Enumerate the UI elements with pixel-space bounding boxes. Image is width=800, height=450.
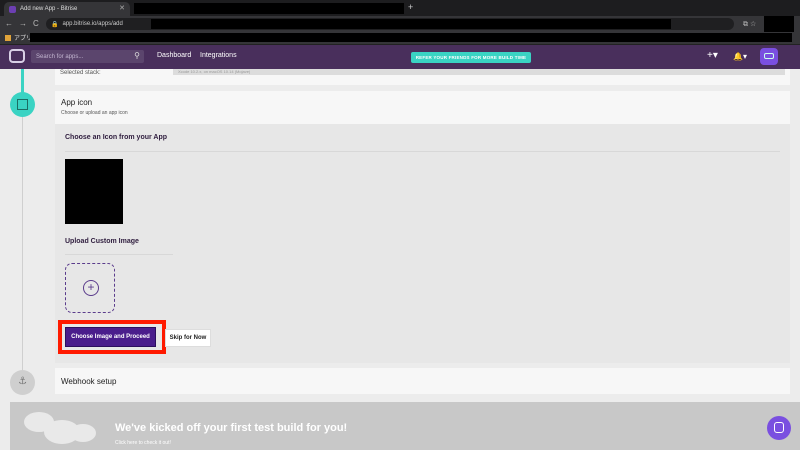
reload-icon[interactable]: C <box>33 19 39 28</box>
redacted-bookmarks <box>30 33 792 42</box>
new-tab-button[interactable]: + <box>408 2 413 12</box>
avatar-face-icon <box>764 53 774 59</box>
banner-link[interactable]: Click here to check it out! <box>115 440 171 446</box>
search-icon[interactable]: ⚲ <box>134 51 140 60</box>
plus-icon: + <box>83 280 99 296</box>
lock-icon: 🔒 <box>51 21 59 28</box>
stack-card: Selected stack: Xcode 10.2.x, on macOS 1… <box>55 69 790 85</box>
app-icon-step-icon <box>17 99 28 110</box>
anchor-icon: ⚓ <box>18 376 27 387</box>
step-webhook-marker: ⚓ <box>10 370 35 395</box>
chat-bubble-icon <box>774 422 784 433</box>
redacted-profile <box>764 16 794 32</box>
user-avatar[interactable] <box>760 48 778 65</box>
app-icon-subtitle: Choose or upload an app icon <box>61 110 128 116</box>
url-input[interactable]: 🔒 app.bitrise.io/apps/add <box>46 18 734 30</box>
choose-icon-heading: Choose an Icon from your App <box>65 134 168 141</box>
app-icon-panel: Choose an Icon from your App Upload Cust… <box>55 124 790 363</box>
divider <box>65 254 173 255</box>
search-placeholder: Search for apps... <box>36 53 84 60</box>
address-bar-row: ← → C 🔒 app.bitrise.io/apps/add ⧉ ☆ <box>0 16 800 32</box>
notifications-bell-icon[interactable]: 🔔▾ <box>733 52 747 61</box>
app-icon-card: App icon Choose or upload an app icon Ch… <box>55 91 790 363</box>
stack-label: Selected stack: <box>60 70 101 76</box>
nav-dashboard[interactable]: Dashboard <box>157 52 191 59</box>
webhook-title: Webhook setup <box>61 377 117 386</box>
tab-title: Add new App - Bitrise <box>20 6 78 12</box>
detected-app-icon[interactable] <box>65 159 123 224</box>
bitrise-logo-icon[interactable] <box>9 49 25 63</box>
refer-friends-button[interactable]: REFER YOUR FRIENDS FOR MORE BUILD TIME <box>411 52 531 63</box>
choose-image-proceed-button[interactable]: Choose Image and Proceed <box>65 327 156 347</box>
webhook-card[interactable]: Webhook setup <box>55 368 790 394</box>
upload-dropzone[interactable]: + <box>65 263 115 313</box>
tab-close-icon[interactable]: ✕ <box>119 4 125 12</box>
browser-tab-bar: Add new App - Bitrise ✕ + <box>0 0 800 16</box>
bitrise-favicon-icon <box>9 5 16 13</box>
apps-grid-icon <box>5 34 11 41</box>
upload-custom-heading: Upload Custom Image <box>65 238 139 245</box>
timeline-progress <box>21 69 24 93</box>
skip-for-now-button[interactable]: Skip for Now <box>165 329 211 347</box>
step-app-icon-marker <box>10 92 35 117</box>
redacted-url-area <box>151 19 671 29</box>
back-icon[interactable]: ← <box>5 19 13 28</box>
bookmarks-bar: アプリ <box>0 32 800 45</box>
timeline-line <box>22 116 23 372</box>
redacted-tab <box>134 3 404 14</box>
divider <box>65 151 780 152</box>
banner-title: We've kicked off your first test build f… <box>115 422 348 434</box>
url-text: app.bitrise.io/apps/add <box>62 21 123 27</box>
add-menu-icon[interactable]: +▾ <box>707 50 718 61</box>
app-icon-title: App icon <box>61 98 93 107</box>
browser-tab[interactable]: Add new App - Bitrise ✕ <box>4 2 130 16</box>
first-build-banner[interactable]: We've kicked off your first test build f… <box>10 402 800 450</box>
forward-icon[interactable]: → <box>19 19 27 28</box>
search-input[interactable]: Search for apps... ⚲ <box>31 50 144 63</box>
app-header: Search for apps... ⚲ Dashboard Integrati… <box>0 45 800 69</box>
stack-select[interactable]: Xcode 10.2.x, on macOS 10.14 (Mojave) <box>173 69 785 75</box>
bookmark-apps[interactable]: アプリ <box>5 33 32 42</box>
cloud-illustration-icon <box>70 424 96 442</box>
translate-icon[interactable]: ⧉ ☆ <box>743 20 756 29</box>
chat-support-button[interactable] <box>767 416 791 440</box>
nav-integrations[interactable]: Integrations <box>200 52 237 59</box>
